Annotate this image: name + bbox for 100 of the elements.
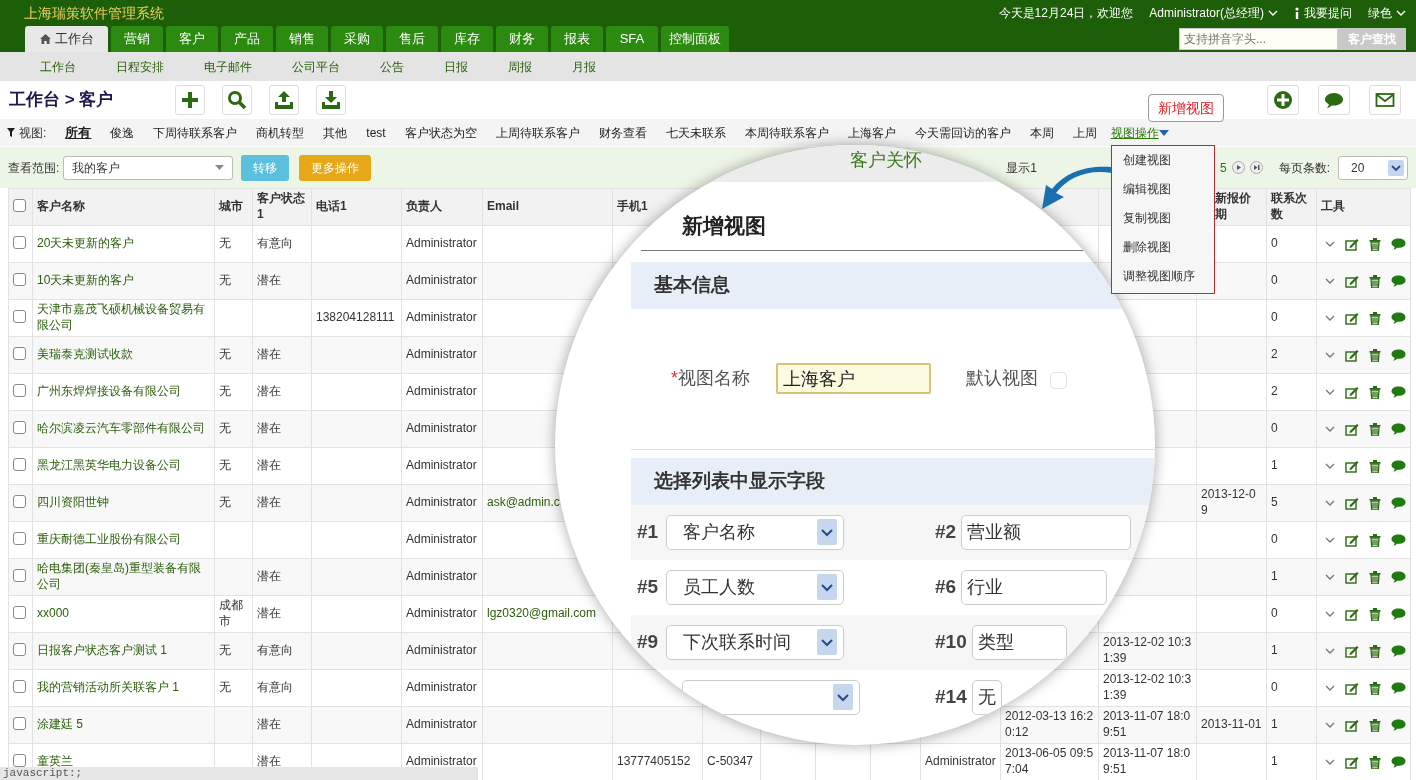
chat-icon[interactable] (1391, 275, 1406, 287)
chat-icon[interactable] (1391, 423, 1406, 435)
chevron-down-icon[interactable] (1325, 425, 1335, 433)
subnav-link[interactable]: 日程安排 (116, 57, 164, 76)
trash-icon[interactable] (1369, 570, 1381, 584)
chevron-down-icon[interactable] (1325, 647, 1335, 655)
nav-tab[interactable]: 报表 (551, 26, 603, 52)
chat-icon[interactable] (1391, 571, 1406, 583)
mail-button[interactable] (1369, 85, 1401, 115)
row-checkbox[interactable] (13, 754, 26, 768)
view-actions-link[interactable]: 视图操作 (1110, 123, 1169, 142)
nav-tab[interactable]: 财务 (496, 26, 548, 52)
view-tab[interactable]: 今天需回访的客户 (914, 123, 1011, 142)
trash-icon[interactable] (1369, 607, 1381, 621)
chat-icon[interactable] (1391, 608, 1406, 620)
field-select[interactable]: 类型 (971, 624, 1067, 660)
trash-icon[interactable] (1369, 533, 1381, 547)
edit-icon[interactable] (1345, 422, 1359, 436)
chevron-down-icon[interactable] (1325, 536, 1335, 544)
chat-icon[interactable] (1391, 534, 1406, 546)
nav-tab[interactable]: 控制面板 (661, 26, 729, 52)
row-checkbox[interactable] (13, 236, 26, 250)
view-tab[interactable]: 上周待联系客户 (495, 123, 580, 142)
view-tab[interactable]: 财务查看 (598, 123, 647, 142)
scope-select[interactable]: 我的客户 (63, 155, 234, 180)
add-button[interactable] (175, 85, 206, 115)
chat-icon[interactable] (1391, 460, 1406, 472)
view-tab[interactable]: 本周 (1029, 123, 1054, 142)
edit-icon[interactable] (1345, 459, 1359, 473)
trash-icon[interactable] (1369, 422, 1381, 436)
chat-icon[interactable] (1391, 312, 1406, 324)
field-select[interactable]: 行业 (961, 569, 1107, 605)
select-all-checkbox[interactable] (13, 199, 26, 213)
row-checkbox[interactable] (13, 421, 26, 435)
upload-button[interactable] (269, 85, 300, 115)
trash-icon[interactable] (1369, 385, 1381, 399)
view-tab[interactable]: 所有 (65, 122, 92, 143)
default-view-checkbox[interactable] (1050, 372, 1067, 390)
chevron-down-icon[interactable] (1325, 314, 1335, 322)
chevron-down-icon[interactable] (1325, 388, 1335, 396)
view-tab[interactable]: 下周待联系客户 (153, 123, 238, 142)
nav-tab[interactable]: 产品 (221, 26, 273, 52)
chevron-down-icon[interactable] (1325, 758, 1335, 766)
row-checkbox[interactable] (13, 569, 26, 583)
message-button[interactable] (1318, 85, 1350, 115)
chevron-down-icon[interactable] (1325, 240, 1335, 248)
chevron-down-icon[interactable] (1325, 684, 1335, 692)
view-tab[interactable]: 其他 (323, 123, 348, 142)
chevron-down-icon[interactable] (1325, 499, 1335, 507)
row-checkbox[interactable] (13, 384, 26, 398)
per-page-select[interactable]: 20 (1338, 155, 1408, 180)
edit-icon[interactable] (1345, 570, 1359, 584)
view-tab[interactable]: 俊逸 (110, 123, 135, 142)
edit-icon[interactable] (1345, 311, 1359, 325)
nav-tab[interactable]: SFA (606, 26, 658, 52)
edit-icon[interactable] (1345, 348, 1359, 362)
chevron-down-icon[interactable] (1325, 610, 1335, 618)
field-select[interactable]: 无 (971, 679, 1002, 715)
view-tab[interactable]: 上周 (1072, 123, 1097, 142)
edit-icon[interactable] (1345, 718, 1359, 732)
help-link[interactable]: 我要提问 (1294, 4, 1352, 22)
edit-icon[interactable] (1345, 533, 1359, 547)
view-tab[interactable]: test (366, 123, 386, 142)
edit-icon[interactable] (1345, 496, 1359, 510)
search-button[interactable] (222, 85, 253, 115)
edit-icon[interactable] (1345, 607, 1359, 621)
chat-icon[interactable] (1391, 645, 1406, 657)
last-page-icon[interactable] (1249, 161, 1263, 174)
trash-icon[interactable] (1369, 459, 1381, 473)
chat-icon[interactable] (1391, 682, 1406, 694)
trash-icon[interactable] (1369, 496, 1381, 510)
chat-icon[interactable] (1391, 349, 1406, 361)
theme-menu[interactable]: 绿色 (1368, 4, 1406, 22)
nav-tab[interactable]: 工作台 (25, 26, 108, 52)
menu-item[interactable]: 编辑视图 (1112, 178, 1214, 207)
subnav-link[interactable]: 公告 (380, 57, 404, 76)
row-checkbox[interactable] (13, 310, 26, 324)
view-tab[interactable]: 本周待联系客户 (744, 123, 829, 142)
row-checkbox[interactable] (13, 458, 26, 472)
chevron-down-icon[interactable] (1325, 721, 1335, 729)
subnav-link[interactable]: 月报 (572, 57, 596, 76)
search-field[interactable]: 支持拼音字头... (1179, 28, 1338, 50)
edit-icon[interactable] (1345, 385, 1359, 399)
chevron-down-icon[interactable] (1325, 351, 1335, 359)
view-tab[interactable]: 客户状态为空 (404, 123, 477, 142)
subnav-link[interactable]: 电子邮件 (204, 57, 252, 76)
view-name-field[interactable]: 上海客户 (776, 363, 931, 394)
trash-icon[interactable] (1369, 718, 1381, 732)
view-tab[interactable]: 七天未联系 (665, 123, 726, 142)
chat-icon[interactable] (1391, 756, 1406, 768)
field-select[interactable]: 下次联系时间 (666, 624, 845, 660)
menu-item[interactable]: 删除视图 (1112, 236, 1214, 265)
nav-tab[interactable]: 销售 (276, 26, 328, 52)
chevron-down-icon[interactable] (1325, 277, 1335, 285)
trash-icon[interactable] (1369, 311, 1381, 325)
row-checkbox[interactable] (13, 680, 26, 694)
subnav-link[interactable]: 工作台 (40, 57, 76, 76)
edit-icon[interactable] (1345, 274, 1359, 288)
nav-tab[interactable]: 售后 (386, 26, 438, 52)
row-checkbox[interactable] (13, 606, 26, 620)
